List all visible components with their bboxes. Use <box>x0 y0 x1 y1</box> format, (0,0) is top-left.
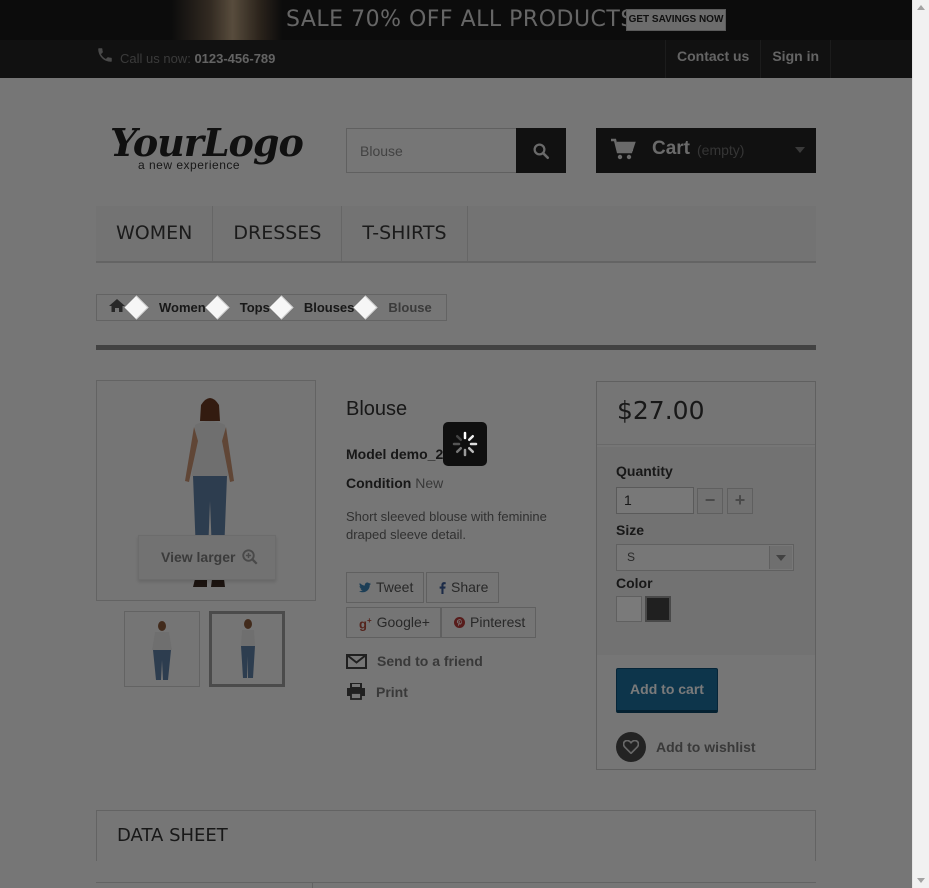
color-swatch-dark[interactable] <box>645 596 671 622</box>
get-savings-button[interactable]: GET SAVINGS NOW <box>626 9 726 31</box>
call-us-text: Call us now: 0123-456-789 <box>120 51 275 66</box>
condition-label: Condition <box>346 475 412 491</box>
print-label: Print <box>376 683 408 700</box>
color-label: Color <box>616 575 653 591</box>
print-link[interactable]: Print <box>346 683 408 700</box>
buy-box: $27.00 Quantity 1 − + Size S Color Add t… <box>596 381 816 770</box>
pinterest-label: Pinterest <box>470 614 526 630</box>
color-swatch-white[interactable] <box>616 596 642 622</box>
phone-icon <box>98 48 112 62</box>
search-icon <box>533 143 550 159</box>
product-description: Short sleeved blouse with feminine drape… <box>346 509 547 542</box>
heart-icon <box>616 732 646 762</box>
add-to-cart-button[interactable]: Add to cart <box>616 668 718 713</box>
envelope-icon <box>346 653 367 669</box>
search-box <box>346 128 566 173</box>
pinterest-icon <box>454 617 465 628</box>
sign-in-link[interactable]: Sign in <box>760 40 832 78</box>
product-price: $27.00 <box>617 396 705 425</box>
size-select[interactable]: S <box>616 544 794 571</box>
product-title: Blouse <box>346 398 408 420</box>
product-main-image[interactable]: View larger <box>96 380 316 601</box>
breadcrumb-current: Blouse <box>388 300 432 315</box>
view-larger-button[interactable]: View larger <box>138 535 276 580</box>
quantity-label: Quantity <box>616 463 673 479</box>
chevron-down-icon <box>769 546 792 569</box>
scroll-down-arrow-icon[interactable] <box>917 878 925 883</box>
breadcrumb: Women Tops Blouses Blouse <box>96 294 447 321</box>
top-navbar: Call us now: 0123-456-789 Contact us Sig… <box>0 40 912 78</box>
loading-spinner <box>443 422 487 466</box>
scroll-up-arrow-icon[interactable] <box>917 5 925 10</box>
menu-item-women[interactable]: WOMEN <box>96 206 214 261</box>
promo-banner[interactable]: SALE 70% OFF ALL PRODUCTS GET SAVINGS NO… <box>0 0 912 40</box>
data-sheet-table <box>96 882 816 888</box>
cart-label: Cart <box>652 138 691 159</box>
facebook-icon <box>439 581 446 594</box>
facebook-share-button[interactable]: Share <box>426 572 500 603</box>
banner-sale-text: SALE 70% OFF ALL PRODUCTS <box>286 7 635 32</box>
quantity-increase-button[interactable]: + <box>727 488 753 514</box>
breadcrumb-item-women[interactable]: Women <box>139 295 220 320</box>
size-value: S <box>627 550 636 564</box>
call-us-label: Call us now: <box>120 51 191 66</box>
google-plus-icon: g+ <box>359 616 372 632</box>
home-icon <box>109 299 125 312</box>
add-to-wishlist-link[interactable]: Add to wishlist <box>616 732 756 762</box>
menu-item-dresses[interactable]: DRESSES <box>213 206 343 261</box>
spinner-icon <box>452 431 478 457</box>
table-column-divider <box>312 883 313 888</box>
twitter-icon <box>359 582 371 593</box>
printer-icon <box>347 683 365 700</box>
pinterest-button[interactable]: Pinterest <box>441 607 537 638</box>
plus-icon: + <box>734 490 746 510</box>
product-thumbnail-active[interactable] <box>209 611 285 687</box>
quantity-input[interactable]: 1 <box>616 487 694 514</box>
product-condition: Condition New <box>346 475 443 491</box>
data-sheet-title: DATA SHEET <box>117 825 228 846</box>
google-plus-button[interactable]: g+ Google+ <box>346 607 441 638</box>
cart-icon <box>611 138 636 160</box>
google-plus-label: Google+ <box>376 614 430 630</box>
tweet-label: Tweet <box>376 579 414 595</box>
zoom-in-icon <box>242 549 258 565</box>
size-label: Size <box>616 522 645 538</box>
search-input[interactable] <box>346 128 517 173</box>
thumbnail-image <box>152 621 172 680</box>
cart-status: (empty) <box>697 142 745 158</box>
chevron-down-icon <box>795 147 805 153</box>
logo-tagline: a new experience <box>138 158 241 172</box>
send-to-friend-link[interactable]: Send to a friend <box>346 653 483 669</box>
minus-icon: − <box>704 490 716 510</box>
quantity-decrease-button[interactable]: − <box>697 488 723 514</box>
section-divider <box>96 345 816 350</box>
search-button[interactable] <box>516 128 566 173</box>
site-logo[interactable]: YourLogo a new experience <box>110 120 304 180</box>
tweet-button[interactable]: Tweet <box>346 572 425 603</box>
breadcrumb-home[interactable] <box>97 295 139 320</box>
cart-button[interactable]: Cart (empty) <box>596 128 816 173</box>
data-sheet-section: DATA SHEET <box>96 810 816 861</box>
price-band: $27.00 <box>597 382 815 445</box>
share-label: Share <box>451 579 489 595</box>
vertical-scrollbar[interactable] <box>912 0 929 888</box>
send-to-friend-label: Send to a friend <box>377 653 483 669</box>
product-thumbnail[interactable] <box>124 611 200 687</box>
condition-value: New <box>415 475 444 491</box>
menu-item-t-shirts[interactable]: T-SHIRTS <box>342 206 468 261</box>
thumbnail-image <box>241 619 255 678</box>
main-menu: WOMEN DRESSES T-SHIRTS <box>96 206 816 263</box>
view-larger-label: View larger <box>161 549 236 565</box>
phone-number: 0123-456-789 <box>194 51 276 66</box>
contact-us-link[interactable]: Contact us <box>665 40 760 78</box>
banner-model-photo <box>172 0 282 40</box>
wishlist-label: Add to wishlist <box>656 739 756 755</box>
breadcrumb-item-blouses[interactable]: Blouses <box>284 295 369 320</box>
product-model: Model demo_2 <box>346 446 444 462</box>
